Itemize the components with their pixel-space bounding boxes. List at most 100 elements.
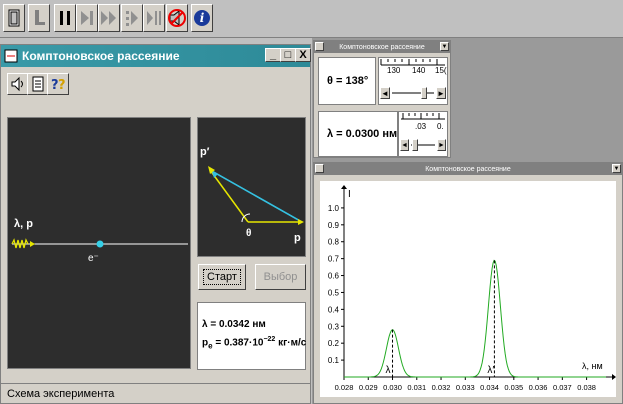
document-icon xyxy=(32,76,44,92)
graph-panel-title: Комптоновское рассеяние xyxy=(314,163,622,175)
y-axis-arrow xyxy=(341,185,347,189)
maximize-button[interactable]: □ xyxy=(280,48,296,62)
status-bar: Схема эксперимента xyxy=(1,383,310,403)
start-button[interactable]: Старт xyxy=(198,264,246,290)
x-axis-label: λ, нм xyxy=(582,361,603,371)
incident-label: λ, p xyxy=(14,218,33,230)
y-tick-label: 0.5 xyxy=(328,288,340,297)
theta-decrease-button[interactable]: ◄ xyxy=(380,87,390,99)
info-icon: i xyxy=(194,10,210,26)
x-tick-label: 0.036 xyxy=(529,383,548,392)
step-in-icon xyxy=(126,11,138,26)
fast-forward-icon xyxy=(101,11,116,25)
choice-button[interactable]: Выбор xyxy=(255,264,306,290)
sound-off-button[interactable] xyxy=(166,4,188,32)
open-icon xyxy=(8,9,20,27)
pause-icon xyxy=(60,11,70,25)
experiment-scheme: λ, p e⁻ xyxy=(7,117,191,369)
y-tick-label: 0.8 xyxy=(328,238,340,247)
y-tick-label: 0.9 xyxy=(328,221,340,230)
app-icon xyxy=(4,49,18,63)
open-button[interactable] xyxy=(3,4,25,32)
help-button[interactable]: ?? xyxy=(47,73,69,95)
lambda-slider[interactable]: ◄ ► xyxy=(400,138,446,152)
theta-slider[interactable]: ◄ ► xyxy=(380,86,446,100)
graph-panel: Комптоновское рассеяние ▼ 0.1 0.2 0.3 0.4 0.… xyxy=(313,162,623,404)
step-out-icon xyxy=(147,11,161,25)
sound-button[interactable] xyxy=(7,73,29,95)
step-icon xyxy=(81,11,93,25)
svg-text:?: ? xyxy=(58,78,66,92)
electron-label: e⁻ xyxy=(88,253,99,264)
y-tick-label: 0.6 xyxy=(328,272,340,281)
y-tick-label: 0.1 xyxy=(328,356,340,365)
x-tick-label: 0.029 xyxy=(359,383,378,392)
lambda-tick-0: 0. xyxy=(437,122,444,131)
stop-icon xyxy=(35,10,45,25)
lambda-result: λ = 0.0342 нм xyxy=(202,319,266,330)
x-tick-label: 0.034 xyxy=(480,383,499,392)
y-tick-label: 0.7 xyxy=(328,255,340,264)
close-button[interactable]: X xyxy=(295,48,311,62)
status-text: Схема эксперимента xyxy=(7,388,115,400)
x-tick-label: 0.038 xyxy=(577,383,596,392)
x-tick-label: 0.030 xyxy=(383,383,402,392)
y-tick-label: 0.3 xyxy=(328,322,340,331)
graph-panel-menu-button[interactable] xyxy=(315,164,324,173)
y-tick-label: 1.0 xyxy=(328,204,340,213)
fast-forward-button[interactable] xyxy=(98,4,120,32)
window-title: Комптоновское рассеяние xyxy=(22,49,180,63)
step-out-button[interactable] xyxy=(143,4,165,32)
theta-angle-label: θ xyxy=(246,228,252,239)
x-axis-arrow xyxy=(612,374,616,380)
speaker-icon xyxy=(11,76,23,92)
lambda-scale: .03 0. ◄ ► xyxy=(398,111,448,157)
info-button[interactable]: i xyxy=(191,4,213,32)
theta-tick-150: 15( xyxy=(435,66,447,75)
electron-momentum-result: pe = 0.387·10−22 кг·м/с xyxy=(202,336,307,351)
panel-menu-button[interactable] xyxy=(315,42,324,51)
theta-label: θ = 138° xyxy=(318,57,376,105)
x-tick-label: 0.037 xyxy=(553,383,572,392)
lambda-increase-button[interactable]: ► xyxy=(437,139,446,151)
y-tick-label: 0.2 xyxy=(328,339,340,348)
peak-label-2: λ′ xyxy=(487,365,494,376)
photon-arrow-icon xyxy=(30,241,35,247)
lambda-label: λ = 0.0300 нм xyxy=(318,111,398,157)
lambda-tick-003: .03 xyxy=(415,122,427,131)
x-tick-label: 0.035 xyxy=(504,383,523,392)
x-tick-label: 0.033 xyxy=(456,383,475,392)
theta-slider-thumb[interactable] xyxy=(421,87,428,99)
peak-label-1: λ xyxy=(386,365,391,376)
p-scattered-label: p′ xyxy=(200,146,210,158)
electron-icon xyxy=(96,240,104,248)
momentum-diagram: p′ θ p xyxy=(197,117,306,257)
x-tick-label: 0.028 xyxy=(335,383,354,392)
spectrum-chart: 0.1 0.2 0.3 0.4 0.5 0.6 0.7 0.8 0.9 1.0 0.028 0.029… xyxy=(320,181,616,397)
lambda-decrease-button[interactable]: ◄ xyxy=(400,139,409,151)
y-tick-label: 0.4 xyxy=(328,305,340,314)
x-tick-label: 0.032 xyxy=(432,383,451,392)
compton-window: Комптоновское рассеяние _ □ X ?? λ, p e⁻ xyxy=(0,44,311,404)
sound-off-icon xyxy=(168,9,186,27)
document-button[interactable] xyxy=(27,73,49,95)
theta-tick-130: 130 xyxy=(387,66,401,75)
main-toolbar: i xyxy=(0,0,623,38)
lambda-slider-thumb[interactable] xyxy=(412,139,419,151)
window-title-bar: Комптоновское рассеяние _ □ X xyxy=(1,45,311,67)
scattered-momentum-vector xyxy=(209,169,249,223)
spectrum-line xyxy=(344,259,606,378)
graph-panel-dropdown-button[interactable]: ▼ xyxy=(612,164,621,173)
minimize-button[interactable]: _ xyxy=(265,48,281,62)
stop-button[interactable] xyxy=(28,4,50,32)
svg-text:i: i xyxy=(200,11,205,25)
step-in-button[interactable] xyxy=(121,4,143,32)
parameter-panel: Комптоновское рассеяние ▼ θ = 138° 130 1… xyxy=(313,40,451,158)
step-button[interactable] xyxy=(76,4,98,32)
pause-button[interactable] xyxy=(54,4,76,32)
theta-scale: 130 140 15( ◄ ► xyxy=(378,57,448,105)
theta-tick-140: 140 xyxy=(412,66,426,75)
panel-dropdown-button[interactable]: ▼ xyxy=(440,42,449,51)
y-axis-label: I xyxy=(348,189,351,200)
theta-increase-button[interactable]: ► xyxy=(436,87,446,99)
